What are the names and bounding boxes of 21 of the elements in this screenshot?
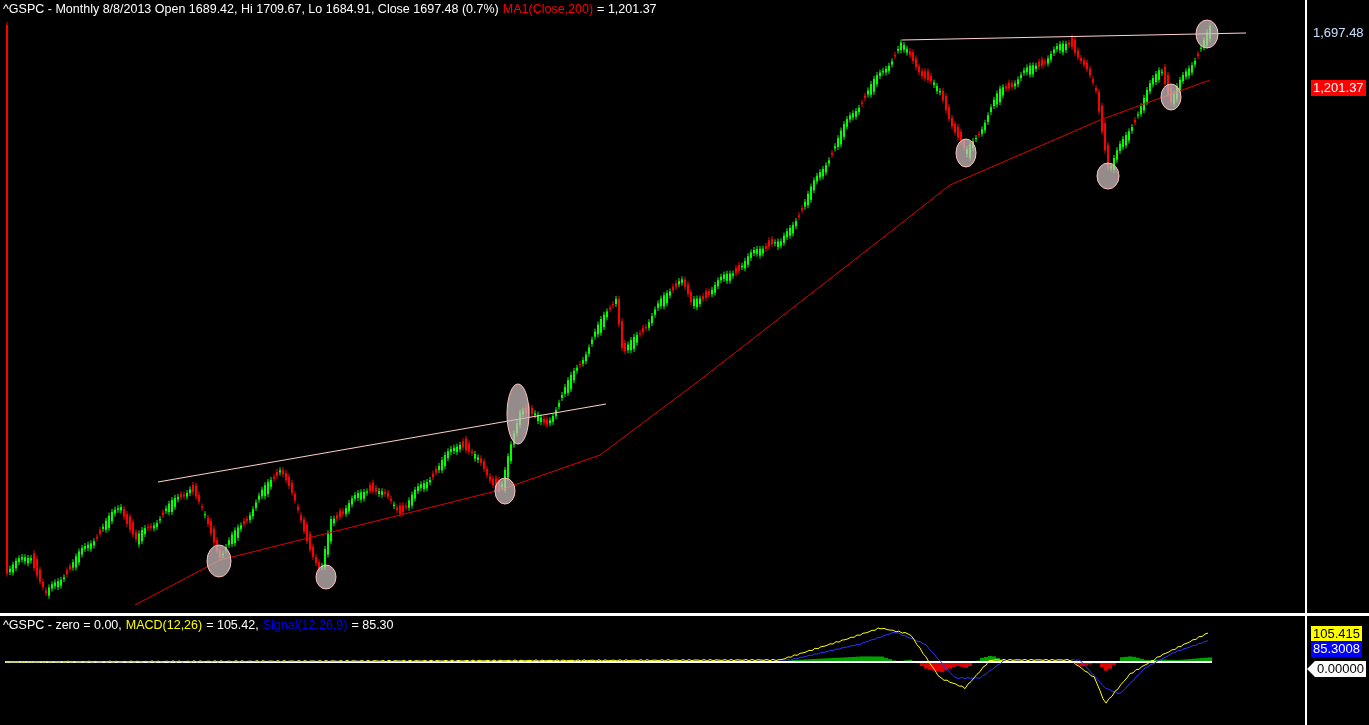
legend-text: MA1(Close,200) xyxy=(502,2,594,16)
highlight-circle xyxy=(315,564,337,590)
highlight-circle xyxy=(206,544,232,578)
highlight-circle xyxy=(494,477,516,505)
highlight-circle xyxy=(955,138,977,168)
legend-text: Signal(12,26,9) xyxy=(262,618,348,632)
legend-text: = 105.42, xyxy=(206,618,259,632)
indicator-label: 105.415 xyxy=(1311,626,1362,642)
legend-text: MACD(12,26) xyxy=(125,618,203,632)
legend-text: = 1,201.37 xyxy=(597,2,657,16)
price-label: 1,697.48 xyxy=(1312,25,1365,41)
legend-text: ^GSPC - Monthly 8/8/2013 Open 1689.42, Hi 1709.67, Lo 1684.91, Close 1697.48 (0.7%) xyxy=(3,2,499,16)
highlight-circle xyxy=(1160,83,1182,111)
highlight-circle xyxy=(506,383,530,445)
highlight-circle xyxy=(1096,162,1120,190)
indicator-label: 85.3008 xyxy=(1311,641,1362,657)
legend-text: = 85.30 xyxy=(351,618,394,632)
indicator-label: 0.00000 xyxy=(1307,661,1366,677)
price-label: 1,201.37 xyxy=(1311,80,1366,96)
legend-text: ^GSPC - zero = 0.00, xyxy=(3,618,122,632)
highlight-circle xyxy=(1195,19,1219,49)
